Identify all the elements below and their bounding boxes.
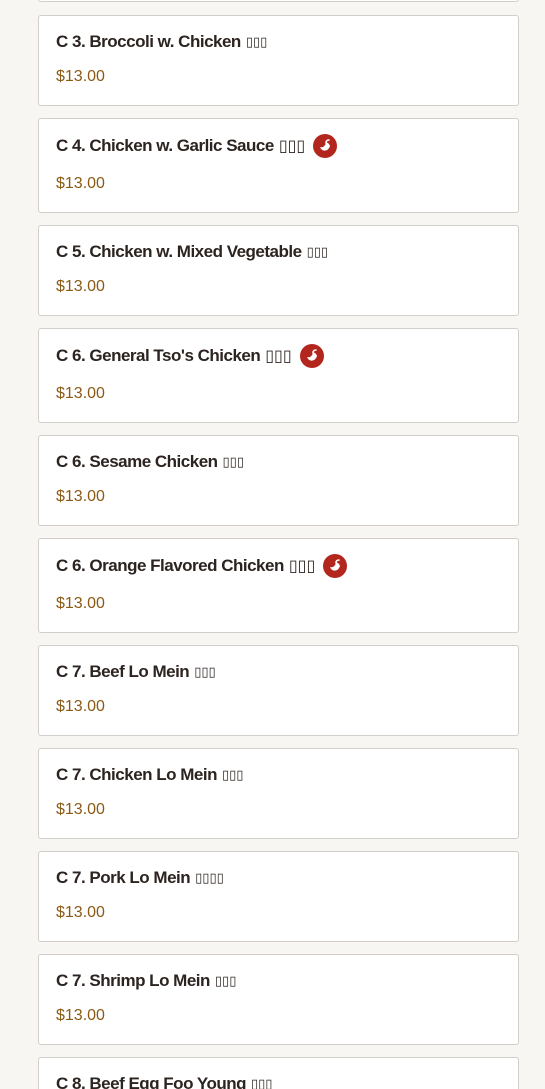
menu-item-title: C 8. Beef Egg Foo Young (56, 1074, 247, 1089)
menu-item-title: C 7. Pork Lo Mein (56, 868, 191, 887)
menu-item-card[interactable]: C 7. Shrimp Lo Mein ▯▯▯ $13.00 (38, 954, 519, 1045)
menu-item-name: C 5. Chicken w. Mixed Vegetable ▯▯▯ (56, 242, 328, 262)
menu-item-price: $13.00 (56, 1007, 105, 1024)
menu-item-card[interactable]: C 7. Pork Lo Mein ▯▯▯▯ $13.00 (38, 851, 519, 942)
menu-item-card[interactable]: C 3. Broccoli w. Chicken ▯▯▯ $13.00 (38, 15, 519, 106)
menu-item-title: C 4. Chicken w. Garlic Sauce (56, 136, 274, 155)
menu-item-name: C 6. Orange Flavored Chicken ▯▯▯ (56, 553, 348, 579)
menu-item-card[interactable]: C 5. Chicken w. Mixed Vegetable ▯▯▯ $13.… (38, 225, 519, 316)
menu-item-price: $13.00 (56, 278, 105, 295)
menu-item-price: $13.00 (56, 175, 105, 192)
menu-item-title: C 6. Sesame Chicken (56, 452, 218, 471)
menu-item-chinese-name: ▯▯▯ (251, 1076, 273, 1089)
menu-item-chinese-name: ▯▯▯ (194, 664, 216, 679)
menu-item-chinese-name: ▯▯▯ (265, 348, 292, 365)
menu-item-price: $13.00 (56, 68, 105, 85)
menu-item-title: C 5. Chicken w. Mixed Vegetable (56, 242, 302, 261)
menu-item-chinese-name: ▯▯▯ (222, 454, 244, 469)
menu-item-name: C 4. Chicken w. Garlic Sauce ▯▯▯ (56, 133, 338, 159)
menu-item-title: C 7. Chicken Lo Mein (56, 765, 217, 784)
chili-pepper-icon (299, 344, 324, 368)
menu-item-card[interactable]: C 7. Chicken Lo Mein ▯▯▯ $13.00 (38, 748, 519, 839)
menu-item-title: C 6. Orange Flavored Chicken (56, 556, 284, 575)
menu-item-name: C 8. Beef Egg Foo Young ▯▯▯ (56, 1074, 272, 1089)
menu-item-card[interactable]: C 8. Beef Egg Foo Young ▯▯▯ (38, 1057, 519, 1089)
menu-item-title: C 6. General Tso's Chicken (56, 346, 261, 365)
menu-item-name: C 6. General Tso's Chicken ▯▯▯ (56, 343, 324, 369)
menu-item-name: C 7. Chicken Lo Mein ▯▯▯ (56, 765, 243, 785)
menu-item-chinese-name: ▯▯▯ (306, 244, 329, 259)
menu-item-card[interactable]: C 6. Sesame Chicken ▯▯▯ $13.00 (38, 435, 519, 526)
menu-item-card[interactable]: C 6. General Tso's Chicken ▯▯▯ $13.00 (38, 328, 519, 423)
menu-item-title: C 3. Broccoli w. Chicken (56, 32, 241, 51)
menu-item-name: C 7. Shrimp Lo Mein ▯▯▯ (56, 971, 236, 991)
menu-item-chinese-name: ▯▯▯▯ (195, 870, 224, 885)
menu-item-card[interactable]: C 6. Orange Flavored Chicken ▯▯▯ $13.00 (38, 538, 519, 633)
menu-item-title: C 7. Shrimp Lo Mein (56, 971, 210, 990)
menu-item-chinese-name: ▯▯▯ (278, 138, 306, 155)
menu-item-chinese-name: ▯▯▯ (221, 767, 244, 782)
menu-item-price: $13.00 (56, 904, 105, 921)
menu-item-price: $13.00 (56, 801, 105, 818)
menu-item-name: C 6. Sesame Chicken ▯▯▯ (56, 452, 244, 472)
menu-item-card[interactable]: C 4. Chicken w. Garlic Sauce ▯▯▯ $13.00 (38, 118, 519, 213)
menu-item-price: $13.00 (56, 698, 105, 715)
menu-item-price: $13.00 (56, 385, 105, 402)
menu-item-price: $13.00 (56, 488, 105, 505)
menu-item-name: C 7. Beef Lo Mein ▯▯▯ (56, 662, 216, 682)
menu-item-card[interactable]: C 7. Beef Lo Mein ▯▯▯ $13.00 (38, 645, 519, 736)
menu-item-chinese-name: ▯▯▯ (288, 558, 316, 575)
menu-item-chinese-name: ▯▯▯ (214, 973, 237, 988)
menu-item-name: C 7. Pork Lo Mein ▯▯▯▯ (56, 868, 224, 888)
menu-item-price: $13.00 (56, 595, 105, 612)
chili-pepper-icon (313, 134, 338, 158)
menu-item-chinese-name: ▯▯▯ (245, 34, 268, 49)
menu-item-card[interactable] (38, 0, 519, 2)
menu-item-title: C 7. Beef Lo Mein (56, 662, 190, 681)
menu-item-name: C 3. Broccoli w. Chicken ▯▯▯ (56, 32, 267, 52)
chili-pepper-icon (323, 554, 348, 578)
